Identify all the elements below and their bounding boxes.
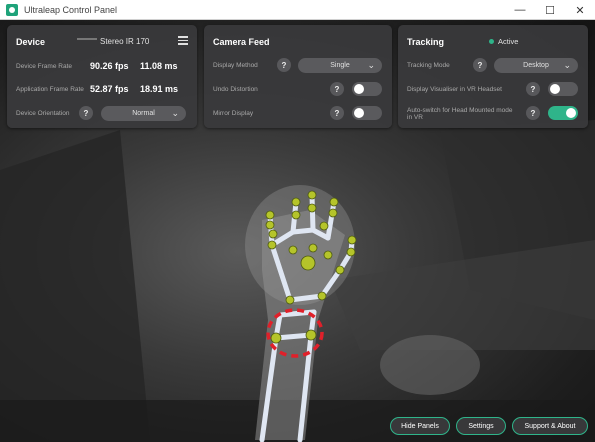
undo-distortion-toggle[interactable]: [352, 82, 382, 96]
chevron-down-icon: ⌄: [171, 108, 179, 118]
close-button[interactable]: ✕: [565, 0, 595, 20]
app-frame-rate-ms: 18.91 ms: [140, 84, 179, 94]
display-method-label: Display Method: [213, 61, 258, 69]
device-model-divider: [77, 38, 97, 40]
menu-icon[interactable]: [178, 36, 188, 45]
mirror-display-toggle[interactable]: [352, 106, 382, 120]
chevron-down-icon: ⌄: [367, 60, 375, 70]
window-titlebar: Ultraleap Control Panel — ☐ ✕: [0, 0, 595, 20]
maximize-button[interactable]: ☐: [535, 0, 565, 20]
chevron-down-icon: ⌄: [563, 60, 571, 70]
device-frame-rate-ms: 11.08 ms: [140, 61, 178, 71]
visualiser-label: Display Visualiser in VR Headset: [407, 85, 502, 93]
visualiser-row: Display Visualiser in VR Headset: [407, 81, 518, 97]
support-about-button[interactable]: Support & About: [512, 417, 588, 435]
orientation-help-button[interactable]: ?: [79, 106, 93, 120]
device-frame-rate-label: Device Frame Rate: [16, 62, 72, 70]
device-model: Stereo IR 170: [100, 37, 150, 46]
orientation-dropdown-value: Normal: [132, 110, 155, 117]
app-logo-icon: [6, 3, 18, 16]
window-title: Ultraleap Control Panel: [24, 4, 118, 15]
tracking-status: Active: [498, 37, 519, 46]
display-method-dropdown[interactable]: Single ⌄: [298, 58, 382, 73]
display-method-help-button[interactable]: ?: [277, 58, 291, 72]
device-panel: Device Stereo IR 170 Device Frame Rate 9…: [7, 25, 197, 128]
app-frame-rate-fps: 52.87 fps: [90, 84, 129, 94]
mirror-display-help-button[interactable]: ?: [330, 106, 344, 120]
auto-switch-toggle[interactable]: [548, 106, 578, 120]
device-orientation-label: Device Orientation: [16, 109, 70, 117]
device-panel-title: Device: [16, 37, 46, 47]
undo-distortion-label: Undo Distortion: [213, 85, 258, 93]
visualiser-toggle[interactable]: [548, 82, 578, 96]
minimize-button[interactable]: —: [505, 0, 535, 20]
tracking-panel-title: Tracking: [407, 37, 445, 47]
mirror-display-label: Mirror Display: [213, 109, 254, 117]
display-method-dropdown-value: Single: [330, 62, 350, 69]
tracking-mode-dropdown[interactable]: Desktop ⌄: [494, 58, 578, 73]
auto-switch-label: Auto-switch for Head Mounted mode in VR: [407, 107, 513, 121]
orientation-dropdown[interactable]: Normal ⌄: [101, 106, 186, 121]
hide-panels-button[interactable]: Hide Panels: [390, 417, 450, 435]
app-frame-rate-label: Application Frame Rate: [16, 85, 84, 93]
device-frame-rate-fps: 90.26 fps: [90, 61, 129, 71]
auto-switch-row: Auto-switch for Head Mounted mode in VR: [407, 105, 518, 123]
device-frame-rate-row: Device Frame Rate 90.26 fps 11.08 ms: [16, 58, 188, 74]
tracking-mode-help-button[interactable]: ?: [473, 58, 487, 72]
app-frame-rate-row: Application Frame Rate 52.87 fps 18.91 m…: [16, 81, 188, 97]
auto-switch-help-button[interactable]: ?: [526, 106, 540, 120]
tracking-mode-dropdown-value: Desktop: [523, 62, 549, 69]
tracking-panel: Tracking Active Tracking Mode ? Desktop …: [398, 25, 588, 128]
camera-feed-panel: Camera Feed Display Method ? Single ⌄ Un…: [204, 25, 392, 128]
camera-feed-panel-title: Camera Feed: [213, 37, 270, 47]
visualiser-help-button[interactable]: ?: [526, 82, 540, 96]
settings-button[interactable]: Settings: [456, 417, 506, 435]
status-active-icon: [489, 39, 494, 44]
undo-distortion-help-button[interactable]: ?: [330, 82, 344, 96]
window-controls: — ☐ ✕: [505, 0, 595, 20]
tracking-mode-label: Tracking Mode: [407, 61, 450, 69]
